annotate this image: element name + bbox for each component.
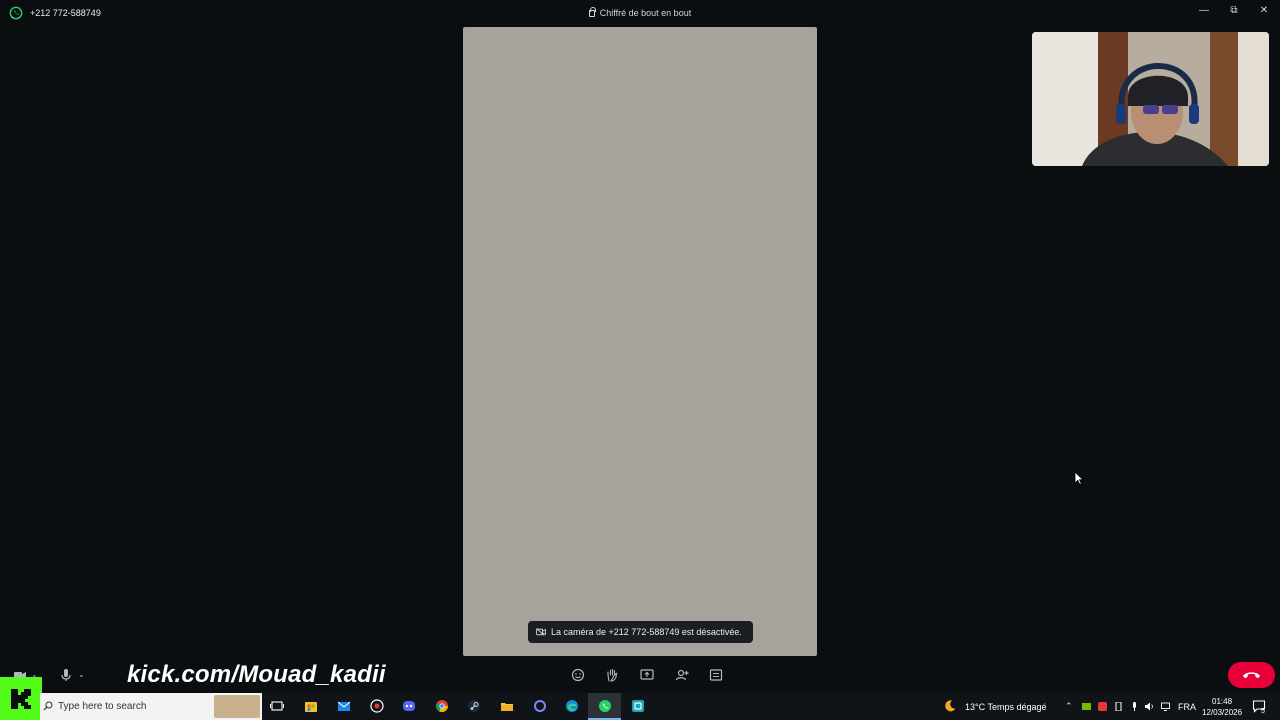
self-video-preview[interactable] [1032,32,1269,166]
self-video-image [1032,32,1269,166]
end-call-button[interactable] [1228,662,1275,688]
close-button[interactable]: ✕ [1254,4,1274,18]
task-view-icon[interactable] [270,699,284,713]
camera-off-icon [536,628,546,636]
microphone-options-chevron-icon[interactable]: ⌄ [78,667,88,683]
edge-icon[interactable] [565,699,579,713]
tray-microphone-icon[interactable] [1130,702,1139,711]
usb-icon[interactable] [1114,702,1123,711]
share-screen-icon[interactable] [639,667,655,683]
stream-overlay-text: kick.com/Mouad_kadii [127,661,386,688]
volume-icon[interactable] [1145,702,1154,711]
microsoft-store-icon[interactable] [304,699,318,713]
mouse-cursor-icon [1074,471,1084,485]
encryption-label: Chiffré de bout en bout [0,7,1280,18]
clock-time[interactable]: 01:48 [1212,697,1232,706]
steam-icon[interactable] [467,699,481,713]
more-options-icon[interactable] [708,667,724,683]
discord-icon[interactable] [402,699,416,713]
language-indicator[interactable]: FRA [1178,702,1196,712]
search-highlight-image [214,695,260,718]
weather-text[interactable]: 13°C Temps dégagé [965,702,1047,712]
screen-capture-app-icon[interactable] [631,699,645,713]
nvidia-icon[interactable] [1082,702,1091,711]
whatsapp-taskbar-icon[interactable] [598,699,612,713]
chrome-icon[interactable] [435,699,449,713]
restore-button[interactable]: ⧉ [1224,4,1244,18]
hidden-icons-chevron-icon[interactable]: ⌃ [1065,701,1073,712]
camera-off-text: La caméra de +212 772-588749 est désacti… [551,627,742,637]
lock-icon [588,7,596,17]
taskbar-search-box[interactable]: Type here to search [40,693,262,720]
mail-icon[interactable] [337,699,351,713]
reactions-emoji-icon[interactable] [570,667,586,683]
search-icon [43,701,53,711]
cortana-icon[interactable] [533,699,547,713]
search-placeholder: Type here to search [58,701,147,712]
microphone-icon[interactable] [58,667,74,683]
title-bar: +212 772-588749 Chiffré de bout en bout … [0,0,1280,26]
hang-up-icon [1242,672,1261,679]
raise-hand-icon[interactable] [604,667,620,683]
weather-moon-icon [945,700,956,712]
minimize-button[interactable]: — [1194,4,1214,18]
kick-icon [11,689,31,709]
clock-date[interactable]: 12/03/2026 [1202,708,1242,717]
recording-app-icon[interactable] [370,699,384,713]
remote-video-tile [463,27,817,656]
network-icon[interactable] [1161,702,1170,711]
add-participant-icon[interactable] [674,667,690,683]
record-indicator-icon[interactable] [1098,702,1107,711]
file-explorer-icon[interactable] [500,699,514,713]
notification-count-badge: 5 [1261,708,1265,715]
kick-logo [0,677,42,720]
camera-off-notification: La caméra de +212 772-588749 est désacti… [528,621,753,643]
encryption-text: Chiffré de bout en bout [599,8,692,18]
